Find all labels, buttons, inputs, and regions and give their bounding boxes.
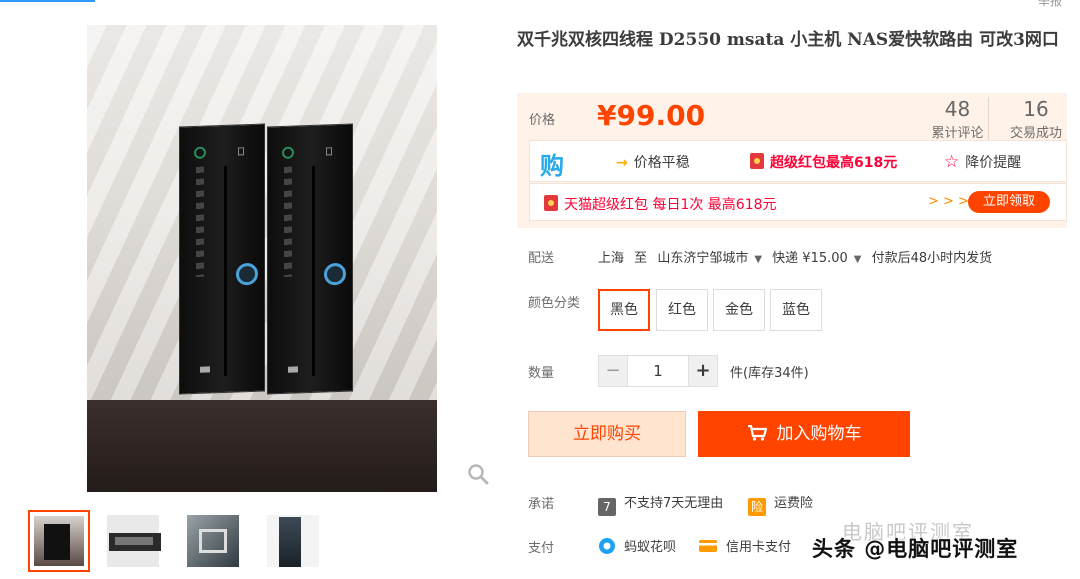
deals-stat: 16 交易成功 [1009,97,1062,141]
shipping-label: 配送 [528,251,555,266]
quantity-decrement-button[interactable]: − [598,355,628,387]
quantity-input[interactable]: 1 [628,355,688,387]
color-option-blue[interactable]: 蓝色 [770,289,822,331]
color-option-red[interactable]: 红色 [656,289,708,331]
watermark: 头条 @电脑吧评测室 [812,537,1019,561]
price-stable-indicator: → 价格平稳 [616,155,690,171]
red-packet-icon [544,195,558,211]
gou-icon: 购 [540,152,564,180]
buy-now-button[interactable]: 立即购买 [528,411,686,457]
ship-eta: 付款后48小时内发货 [871,251,993,266]
credit-card-payment[interactable]: 信用卡支付 [698,536,791,555]
arrow-right-icon: → [616,155,628,171]
ship-dest-select[interactable]: 山东济宁邹城市 [657,251,748,266]
quantity-label: 数量 [528,366,555,381]
product-title: 双千兆双核四线程 D2550 msata 小主机 NAS爱快软路由 可改3网口 [517,30,1059,50]
coupon-row: 天猫超级红包 每日1次 最高618元 > > > 立即领取 [529,183,1067,221]
price-alert-button[interactable]: ☆ 降价提醒 [944,152,1021,172]
chevron-down-icon[interactable]: ▼ [754,254,762,265]
top-accent-bar [0,0,95,2]
super-redpack-link[interactable]: 超级红包最高618元 [750,152,897,172]
thumbnail-1[interactable] [28,510,90,572]
table-surface [87,400,437,492]
ship-to-word: 至 [634,251,648,266]
thumbnail-2[interactable] [102,510,164,572]
power-button-graphic [324,262,346,286]
huabei-icon [599,538,615,554]
power-button-graphic [236,262,258,286]
seven-day-icon: 7 [598,498,616,516]
color-option-gold[interactable]: 金色 [713,289,765,331]
top-bar: 举报 [0,0,1080,9]
ship-from: 上海 [598,251,625,266]
ship-method-select[interactable]: 快递 ¥15.00 [772,251,848,266]
star-icon: ☆ [944,152,960,172]
shipping-info: 上海 至 山东济宁邹城市 ▼ 快递 ¥15.00 ▼ 付款后48小时内发货 [598,247,998,266]
color-label: 颜色分类 [528,296,581,311]
claim-coupon-button[interactable]: 立即领取 [968,191,1050,213]
payment-label: 支付 [528,541,555,556]
add-to-cart-button[interactable]: 加入购物车 [698,411,910,457]
mini-pc-unit [267,123,353,395]
chevron-down-icon[interactable]: ▼ [854,254,862,265]
huabei-payment[interactable]: 蚂蚁花呗 [598,536,676,555]
no-return-promise[interactable]: 7 不支持7天无理由 [598,492,723,516]
promo-row: 购 → 价格平稳 超级红包最高618元 ☆ 降价提醒 [529,140,1067,182]
price-value: ¥99.00 [597,99,706,132]
report-link[interactable]: 举报 [1038,0,1062,9]
chevrons-icon: > > > [928,194,969,209]
color-option-black[interactable]: 黑色 [598,289,650,331]
shipping-insurance[interactable]: 险运费险 [748,492,813,516]
credit-card-icon [699,540,717,552]
price-panel: 价格 ¥99.00 48 累计评论 16 交易成功 购 → 价格平稳 超级红包最高… [517,93,1067,228]
reviews-stat[interactable]: 48 累计评论 [927,97,989,141]
thumbnail-3[interactable] [182,510,244,572]
mini-pc-unit [179,123,265,395]
main-product-image[interactable] [87,25,437,492]
quantity-increment-button[interactable]: + [688,355,718,387]
red-packet-icon [750,153,764,169]
zoom-icon[interactable] [467,463,489,485]
insurance-icon: 险 [748,498,766,516]
stock-info: 件(库存34件) [730,366,809,381]
thumbnail-4[interactable] [262,510,324,572]
cart-icon [747,425,767,441]
coupon-text: 天猫超级红包 每日1次 最高618元 [544,194,777,214]
promise-label: 承诺 [528,497,555,512]
price-label: 价格 [529,113,556,128]
